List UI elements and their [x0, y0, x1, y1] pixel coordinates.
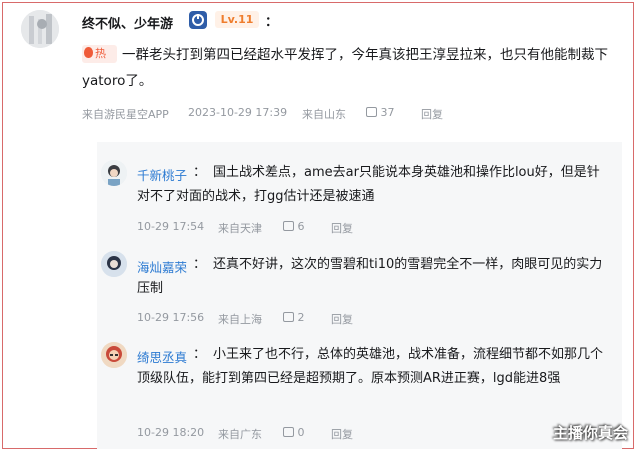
reply-avatar[interactable]	[101, 251, 127, 277]
reply-reply-button[interactable]: 回复	[331, 311, 353, 327]
comment-source: 来自游民星空APP	[82, 108, 169, 121]
reply-avatar[interactable]	[101, 160, 127, 186]
comment-location: 来自山东	[302, 108, 346, 121]
like-button[interactable]: 37	[366, 106, 395, 119]
reply-reply-button[interactable]: 回复	[331, 220, 353, 236]
hot-badge: 热	[82, 45, 117, 63]
reply-time: 10-29 18:20	[137, 426, 205, 439]
reply-like-button[interactable]: 0	[283, 426, 305, 439]
comment-text: 一群老头打到第四已经超水平发挥了，今年真该把王淳昱拉来，也只有他能制裁下yato…	[82, 47, 608, 89]
reply-location: 来自广东	[218, 428, 262, 441]
reply-avatar[interactable]	[101, 342, 127, 368]
watermark: 主播你真会	[552, 424, 628, 442]
comment-time: 2023-10-29 17:39	[188, 106, 288, 119]
like-count: 37	[380, 106, 395, 119]
avatar-image	[21, 10, 59, 48]
reply-time: 10-29 17:56	[137, 311, 205, 324]
thumbs-up-icon	[283, 221, 294, 231]
reply-like-button[interactable]: 6	[283, 220, 305, 233]
reply-button[interactable]: 回复	[421, 106, 443, 122]
thumbs-up-icon	[283, 312, 294, 322]
reply-reply-button[interactable]: 回复	[331, 426, 353, 442]
avatar-image	[101, 342, 127, 368]
level-badge: Lv.11	[215, 11, 259, 28]
reply-like-count: 2	[297, 311, 305, 324]
reply-like-button[interactable]: 2	[283, 311, 305, 324]
avatar-image	[101, 160, 127, 186]
avatar[interactable]	[21, 10, 59, 48]
reply-location: 来自天津	[218, 222, 262, 235]
username-colon: ：	[265, 15, 279, 30]
hot-label: 热	[95, 47, 106, 60]
fire-icon	[84, 47, 93, 58]
verified-badge-icon	[189, 11, 207, 29]
reply-location: 来自上海	[218, 313, 262, 326]
reply-text: 国土战术差点，ame去ar只能说本身英雄池和操作比lou好，但是针对不了对面的战…	[137, 165, 600, 204]
thumbs-up-icon	[283, 427, 294, 437]
thumbs-up-icon	[366, 107, 377, 117]
reply-like-count: 0	[297, 426, 305, 439]
reply-like-count: 6	[297, 220, 305, 233]
reply-text: 小王来了也不行，总体的英雄池，战术准备，流程细节都不如那几个顶级队伍，能打到第四…	[137, 347, 604, 386]
reply-time: 10-29 17:54	[137, 220, 205, 233]
avatar-image	[101, 251, 127, 277]
username[interactable]: 终不似、少年游	[82, 13, 173, 32]
reply-text: 还真不好讲，这次的雪碧和ti10的雪碧完全不一样，肉眼可见的实力压制	[137, 257, 603, 296]
